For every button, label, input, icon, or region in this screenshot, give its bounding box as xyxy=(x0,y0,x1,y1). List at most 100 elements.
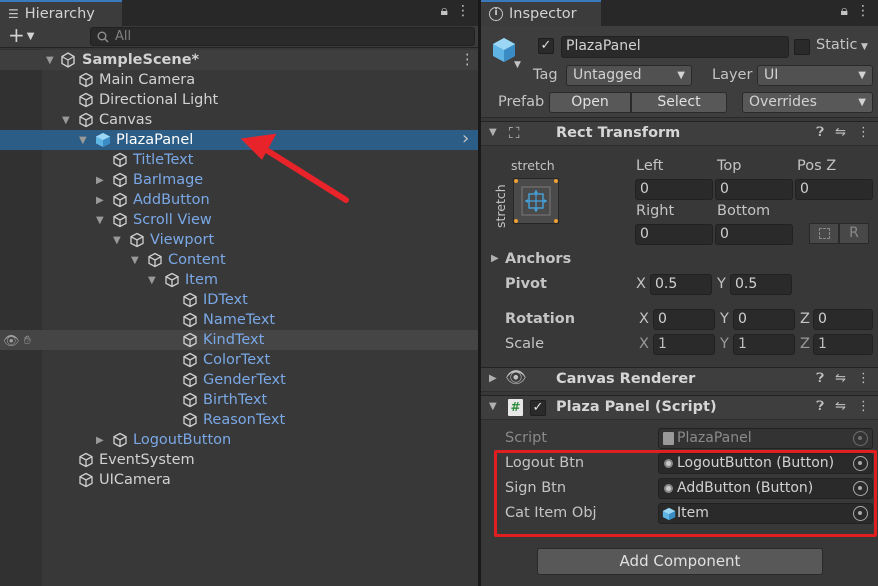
static-dropdown-caret-icon[interactable]: ▼ xyxy=(861,42,868,52)
scale-x-field[interactable]: 1 xyxy=(653,334,715,355)
rotation-y-field[interactable]: 0 xyxy=(733,309,795,330)
hierarchy-item[interactable]: IDText xyxy=(0,290,478,310)
kebab-menu-icon[interactable]: ⋮ xyxy=(856,3,870,19)
active-checkbox[interactable]: ✓ xyxy=(538,38,554,54)
add-component-button[interactable]: Add Component xyxy=(537,548,823,575)
lock-icon[interactable]: 🔒︎ xyxy=(441,3,448,19)
hierarchy-item[interactable]: ColorText xyxy=(0,350,478,370)
anchors-expand-icon[interactable]: ▶ xyxy=(491,253,499,264)
expanded-arrow-icon[interactable]: ▼ xyxy=(79,135,87,146)
rotation-x-field[interactable]: 0 xyxy=(653,309,715,330)
scale-z-field[interactable]: 1 xyxy=(813,334,873,355)
canvas-renderer-title: Canvas Renderer xyxy=(556,371,696,387)
collapsed-arrow-icon[interactable]: ▶ xyxy=(96,175,104,186)
hierarchy-item-label: LogoutButton xyxy=(133,432,232,448)
hierarchy-item[interactable]: GenderText xyxy=(0,370,478,390)
csharp-script-icon: # xyxy=(508,399,523,416)
expanded-arrow-icon[interactable]: ▼ xyxy=(131,255,139,266)
static-checkbox[interactable] xyxy=(794,39,810,55)
open-prefab-chevron-icon[interactable]: › xyxy=(462,128,469,149)
gameobject-cube-icon xyxy=(79,112,93,128)
expanded-arrow-icon[interactable]: ▼ xyxy=(113,235,121,246)
preset-icon[interactable]: ⇋ xyxy=(835,371,846,386)
pivot-y-field[interactable]: 0.5 xyxy=(730,274,792,295)
preset-icon[interactable]: ⇋ xyxy=(835,399,846,414)
help-icon[interactable]: ❓︎ xyxy=(816,125,824,140)
component-menu-icon[interactable]: ⋮ xyxy=(857,399,870,414)
canvas-renderer-header[interactable]: ▶ 👁︎ Canvas Renderer ❓︎ ⇋ ⋮ xyxy=(481,367,878,392)
hierarchy-item[interactable]: KindText xyxy=(0,330,478,350)
hierarchy-item[interactable]: EventSystem xyxy=(0,450,478,470)
collapse-arrow-icon[interactable]: ▼ xyxy=(489,127,497,138)
hierarchy-search-input[interactable]: All xyxy=(90,27,475,46)
unity-scene-icon xyxy=(61,52,75,68)
script-enabled-checkbox[interactable]: ✓ xyxy=(530,400,546,416)
gameobject-cube-icon xyxy=(79,92,93,108)
hierarchy-item[interactable]: ▼ Canvas xyxy=(0,110,478,130)
help-icon[interactable]: ❓︎ xyxy=(816,371,824,386)
hierarchy-item[interactable]: UICamera xyxy=(0,470,478,490)
hierarchy-item[interactable]: ▼ PlazaPanel › xyxy=(0,128,478,150)
anchor-preset-button[interactable] xyxy=(513,178,559,224)
prefab-select-button[interactable]: Select xyxy=(631,92,727,113)
scale-y-label: Y xyxy=(720,336,729,352)
hierarchy-item[interactable]: ▶ AddButton xyxy=(0,190,478,210)
scale-y-field[interactable]: 1 xyxy=(733,334,795,355)
script-component-header[interactable]: ▼ # ✓ Plaza Panel (Script) ❓︎ ⇋ ⋮ xyxy=(481,395,878,420)
layer-dropdown[interactable]: UI ▼ xyxy=(757,65,873,86)
object-name-field[interactable]: PlazaPanel xyxy=(561,36,789,58)
posz-field[interactable]: 0 xyxy=(795,179,873,200)
hierarchy-item[interactable]: Directional Light xyxy=(0,90,478,110)
expanded-arrow-icon[interactable]: ▼ xyxy=(62,115,70,126)
hierarchy-item[interactable]: ▼ Content xyxy=(0,250,478,270)
hierarchy-item[interactable]: ▶ BarImage xyxy=(0,170,478,190)
help-icon[interactable]: ❓︎ xyxy=(816,399,824,414)
hierarchy-item[interactable]: ▼ Item xyxy=(0,270,478,290)
prefab-open-button[interactable]: Open xyxy=(549,92,631,113)
blueprint-mode-button[interactable] xyxy=(809,223,839,244)
top-field[interactable]: 0 xyxy=(715,179,793,200)
lock-icon[interactable]: 🔒︎ xyxy=(841,3,848,19)
tab-inspector[interactable]: i Inspector xyxy=(481,0,601,26)
anchor-stretch-icon xyxy=(514,179,558,223)
component-menu-icon[interactable]: ⋮ xyxy=(857,371,870,386)
collapsed-arrow-icon[interactable]: ▶ xyxy=(96,195,104,206)
hierarchy-item[interactable]: TitleText xyxy=(0,150,478,170)
expanded-arrow-icon[interactable]: ▼ xyxy=(96,215,104,226)
hierarchy-item[interactable]: ▼ Viewport xyxy=(0,230,478,250)
hierarchy-item[interactable]: ReasonText xyxy=(0,410,478,430)
hierarchy-item[interactable]: Main Camera xyxy=(0,70,478,90)
right-field[interactable]: 0 xyxy=(635,224,713,245)
pickability-hand-icon[interactable]: ✋︎ xyxy=(24,333,31,348)
anchors-label[interactable]: Anchors xyxy=(505,251,571,267)
component-menu-icon[interactable]: ⋮ xyxy=(857,125,870,140)
right-label: Right xyxy=(636,203,675,219)
rotation-z-field[interactable]: 0 xyxy=(813,309,873,330)
visibility-eye-icon[interactable]: 👁︎ xyxy=(3,334,20,349)
expand-arrow-icon[interactable]: ▼ xyxy=(46,55,54,66)
pivot-x-field[interactable]: 0.5 xyxy=(650,274,712,295)
left-field[interactable]: 0 xyxy=(635,179,713,200)
hierarchy-item[interactable]: ▼ Scroll View xyxy=(0,210,478,230)
preset-icon[interactable]: ⇋ xyxy=(835,125,846,140)
add-object-button[interactable]: + ▼ xyxy=(8,23,34,47)
prefab-overrides-dropdown[interactable]: Overrides ▼ xyxy=(742,92,873,113)
icon-dropdown-caret-icon[interactable]: ▼ xyxy=(514,60,521,70)
hierarchy-item[interactable]: BirthText xyxy=(0,390,478,410)
scene-header-row[interactable]: ▼ SampleScene* ⋮ xyxy=(0,50,478,70)
hierarchy-item[interactable]: ▶ LogoutButton xyxy=(0,430,478,450)
scene-menu-icon[interactable]: ⋮ xyxy=(460,52,475,68)
expand-arrow-icon[interactable]: ▶ xyxy=(489,373,497,384)
rect-transform-header[interactable]: ▼ ⛶ Rect Transform ❓︎ ⇋ ⋮ xyxy=(481,121,878,146)
collapsed-arrow-icon[interactable]: ▶ xyxy=(96,435,104,446)
gameobject-cube-icon xyxy=(183,352,197,368)
bottom-field[interactable]: 0 xyxy=(715,224,793,245)
tag-dropdown[interactable]: Untagged ▼ xyxy=(566,65,692,86)
hierarchy-item[interactable]: NameText xyxy=(0,310,478,330)
anchor-horizontal-label: stretch xyxy=(511,158,555,173)
collapse-arrow-icon[interactable]: ▼ xyxy=(489,401,497,412)
gameobject-cube-icon xyxy=(148,252,162,268)
kebab-menu-icon[interactable]: ⋮ xyxy=(456,3,470,19)
expanded-arrow-icon[interactable]: ▼ xyxy=(148,275,156,286)
raw-edit-button[interactable]: R xyxy=(839,223,869,244)
